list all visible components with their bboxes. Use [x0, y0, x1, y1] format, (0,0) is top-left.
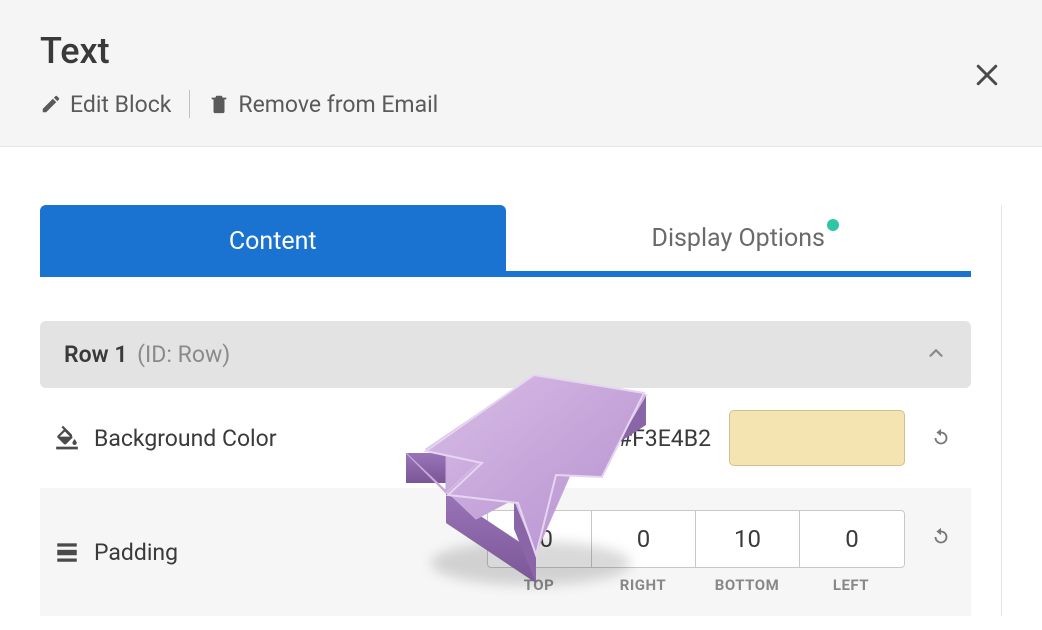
content-area: Content Display Options Row 1 (ID: Row) … [0, 147, 1042, 616]
reset-icon [930, 526, 952, 548]
padding-icon [40, 539, 94, 565]
chevron-up-icon [925, 342, 947, 368]
padding-row: Padding 10 0 10 0 TOP RIGHT BOTTOM LEFT [40, 488, 971, 616]
action-divider [189, 90, 190, 118]
padding-right-input[interactable]: 0 [592, 511, 696, 567]
remove-from-email-button[interactable]: Remove from Email [208, 91, 438, 118]
remove-label: Remove from Email [238, 91, 438, 118]
bg-color-value: #F3E4B2 [618, 425, 711, 452]
bg-color-swatch[interactable] [729, 410, 905, 466]
padding-inputs: 10 0 10 0 [487, 510, 905, 568]
notification-dot-icon [827, 219, 839, 231]
padding-left-input[interactable]: 0 [800, 511, 904, 567]
panel-header: Text Edit Block Remove from Email [0, 0, 1042, 147]
padding-left-label: LEFT [799, 576, 903, 594]
padding-right-label: RIGHT [591, 576, 695, 594]
edit-block-button[interactable]: Edit Block [40, 91, 171, 118]
header-actions: Edit Block Remove from Email [40, 90, 1002, 118]
padding-reset-button[interactable] [919, 526, 963, 548]
row-id: (ID: Row) [131, 341, 230, 368]
close-icon [972, 60, 1002, 90]
reset-icon [930, 427, 952, 449]
row-section-header[interactable]: Row 1 (ID: Row) [40, 321, 971, 388]
padding-top-input[interactable]: 10 [488, 511, 592, 567]
padding-label: Padding [94, 539, 487, 566]
pencil-icon [40, 93, 62, 115]
bg-color-reset-button[interactable] [919, 427, 963, 449]
bg-color-label: Background Color [94, 425, 618, 452]
tab-display-label: Display Options [652, 224, 825, 253]
tabs: Content Display Options [40, 205, 971, 277]
tab-content[interactable]: Content [40, 205, 506, 277]
tab-content-label: Content [229, 227, 317, 256]
close-button[interactable] [972, 60, 1002, 94]
edit-block-label: Edit Block [70, 91, 171, 118]
tab-display-options[interactable]: Display Options [506, 205, 972, 277]
trash-icon [208, 92, 230, 116]
panel-title: Text [40, 30, 1002, 72]
background-color-row: Background Color #F3E4B2 [40, 388, 971, 488]
fill-icon [40, 425, 94, 451]
padding-bottom-label: BOTTOM [695, 576, 799, 594]
padding-top-label: TOP [487, 576, 591, 594]
row-title: Row 1 [64, 341, 127, 368]
padding-bottom-input[interactable]: 10 [696, 511, 800, 567]
